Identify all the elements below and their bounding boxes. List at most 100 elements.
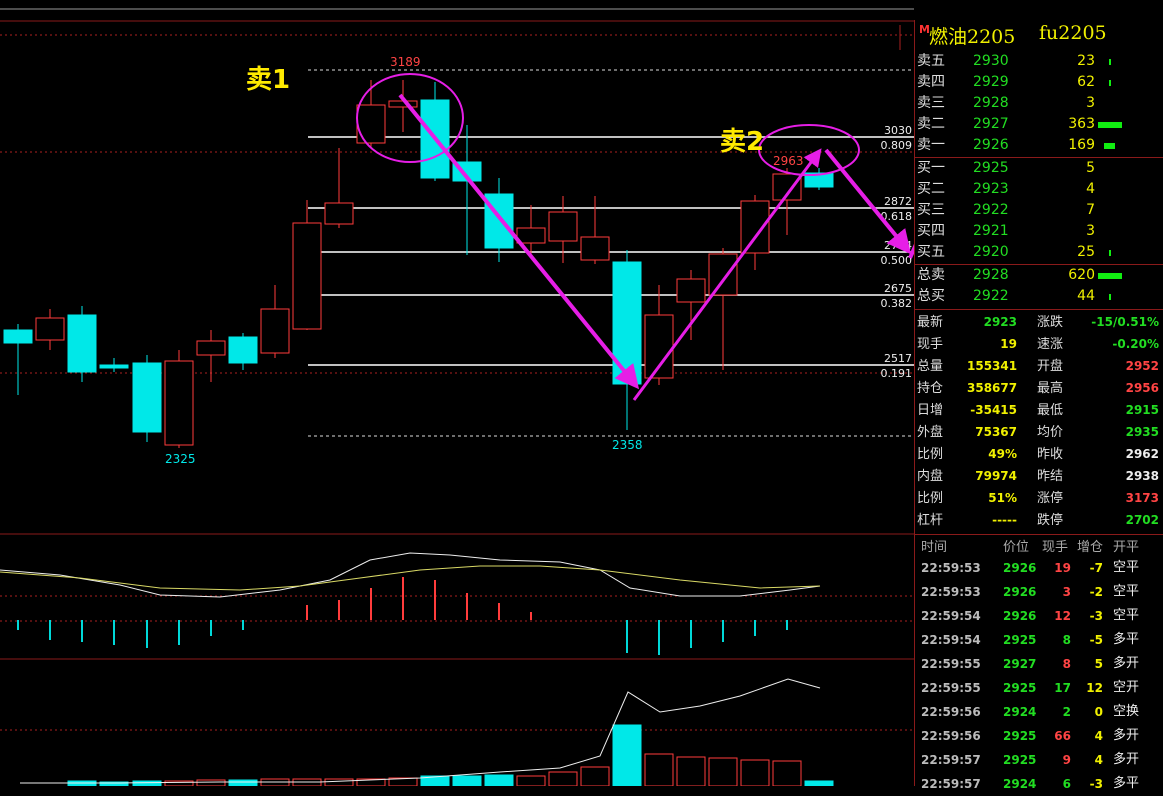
book-price: 2929	[973, 74, 1009, 90]
bid-row[interactable]: 买二 2923 4	[915, 179, 1163, 200]
volume-depth-bar	[1098, 273, 1122, 279]
book-volume: 3	[1086, 223, 1095, 239]
trade-kind: 多开	[1113, 752, 1140, 767]
stat-value: 49%	[988, 447, 1017, 461]
trade-row[interactable]: 22:59:56 2925 66 4 多开	[915, 724, 1163, 748]
volume-bar	[196, 779, 226, 786]
stat-value: 75367	[975, 425, 1017, 439]
volume-bar	[516, 775, 546, 786]
trade-kind: 空平	[1113, 560, 1140, 575]
trade-price: 2926	[1003, 561, 1037, 575]
ask-row[interactable]: 卖五 2930 23	[915, 51, 1163, 72]
book-price: 2923	[973, 181, 1009, 197]
stat-label: 昨收	[1037, 447, 1064, 462]
trade-kind: 多平	[1113, 776, 1140, 791]
ask-row[interactable]: 卖二 2927 363	[915, 114, 1163, 135]
trade-time: 22:59:53	[921, 585, 981, 599]
book-label: 卖五	[917, 53, 945, 69]
stat-value: 2938	[1125, 469, 1159, 483]
stat-row: 现手 19 速涨 -0.20%	[915, 334, 1163, 355]
trade-row[interactable]: 22:59:57 2924 6 -3 多平	[915, 772, 1163, 796]
candle	[324, 148, 354, 228]
candles	[3, 80, 834, 448]
trade-vol: 17	[1054, 681, 1071, 695]
trade-time: 22:59:55	[921, 681, 981, 695]
trade-vol: 2	[1062, 705, 1071, 719]
trade-inc: 5	[1094, 657, 1103, 671]
trade-time: 22:59:55	[921, 657, 981, 671]
stat-row: 内盘 79974 昨结 2938	[915, 466, 1163, 487]
book-price: 2928	[973, 95, 1009, 111]
book-price: 2922	[973, 202, 1009, 218]
candle	[516, 205, 546, 258]
candle	[164, 350, 194, 448]
book-label: 买二	[917, 181, 945, 197]
stat-value: 2915	[1125, 403, 1159, 417]
ask-row[interactable]: 卖三 2928 3	[915, 93, 1163, 114]
stat-label: 外盘	[917, 425, 944, 440]
stat-value: 2935	[1125, 425, 1159, 439]
trade-time: 22:59:54	[921, 609, 981, 623]
volume-bar	[484, 774, 514, 786]
stat-row: 比例 49% 昨收 2962	[915, 444, 1163, 465]
stat-value: -35415	[970, 403, 1017, 417]
candle	[548, 196, 578, 263]
fib-ratio-label: 0.809	[881, 139, 913, 152]
stat-label: 比例	[917, 491, 944, 506]
volume-bar	[772, 760, 802, 786]
book-label: 卖一	[917, 137, 945, 153]
ask-row[interactable]: 卖一 2926 169	[915, 135, 1163, 156]
bid-row[interactable]: 买一 2925 5	[915, 158, 1163, 179]
volume-bar	[228, 779, 258, 786]
candle	[228, 333, 258, 370]
left-low-price-label: 2325	[165, 452, 196, 466]
trade-inc: 4	[1094, 729, 1103, 743]
stat-label: 均价	[1037, 425, 1064, 440]
trade-row[interactable]: 22:59:55 2925 17 12 空开	[915, 676, 1163, 700]
bid-row[interactable]: 买五 2920 25	[915, 242, 1163, 263]
stat-value: 3173	[1125, 491, 1159, 505]
trade-price: 2924	[1003, 705, 1037, 719]
stat-value: 19	[1000, 337, 1017, 351]
trade-row[interactable]: 22:59:56 2924 2 0 空换	[915, 700, 1163, 724]
book-label: 卖四	[917, 74, 945, 90]
trade-time: 22:59:57	[921, 753, 981, 767]
candle	[676, 270, 706, 340]
stat-label: 最低	[1037, 403, 1064, 418]
trade-vol: 9	[1062, 753, 1071, 767]
bid-row[interactable]: 买三 2922 7	[915, 200, 1163, 221]
stat-label: 比例	[917, 447, 944, 462]
trade-price: 2924	[1003, 777, 1037, 791]
fib-ratio-label: 0.191	[881, 367, 913, 380]
trade-row[interactable]: 22:59:57 2925 9 4 多开	[915, 748, 1163, 772]
book-label: 卖三	[917, 95, 945, 111]
volume-bar	[164, 780, 194, 786]
ask-row[interactable]: 卖四 2929 62	[915, 72, 1163, 93]
trade-kind: 多平	[1113, 632, 1140, 647]
trade-price: 2927	[1003, 657, 1037, 671]
trade-row[interactable]: 22:59:54 2925 8 -5 多平	[915, 628, 1163, 652]
volume-bar	[612, 724, 642, 786]
bid-row[interactable]: 买四 2921 3	[915, 221, 1163, 242]
total-row[interactable]: 总卖 2928 620	[915, 265, 1163, 286]
trade-row[interactable]: 22:59:53 2926 19 -7 空平	[915, 556, 1163, 580]
trade-kind: 多开	[1113, 728, 1140, 743]
book-volume: 363	[1068, 116, 1095, 132]
book-price: 2921	[973, 223, 1009, 239]
volume-bar	[676, 756, 706, 786]
candlestick-chart[interactable]: 30300.80928720.61827740.50026750.3822517…	[0, 0, 914, 786]
book-price: 2930	[973, 53, 1009, 69]
book-price: 2926	[973, 137, 1009, 153]
stat-value: 2702	[1125, 513, 1159, 527]
trade-inc: 0	[1094, 705, 1103, 719]
trade-row[interactable]: 22:59:53 2926 3 -2 空平	[915, 580, 1163, 604]
instrument-header: M 燃油2205 fu2205	[915, 20, 1163, 50]
high-price-label: 3189	[390, 55, 421, 69]
trade-row[interactable]: 22:59:55 2927 8 5 多开	[915, 652, 1163, 676]
total-row[interactable]: 总买 2922 44	[915, 286, 1163, 307]
trade-row[interactable]: 22:59:54 2926 12 -3 空平	[915, 604, 1163, 628]
book-label: 买一	[917, 160, 945, 176]
candle	[740, 195, 770, 270]
book-volume: 620	[1068, 267, 1095, 283]
trade-vol: 3	[1062, 585, 1071, 599]
